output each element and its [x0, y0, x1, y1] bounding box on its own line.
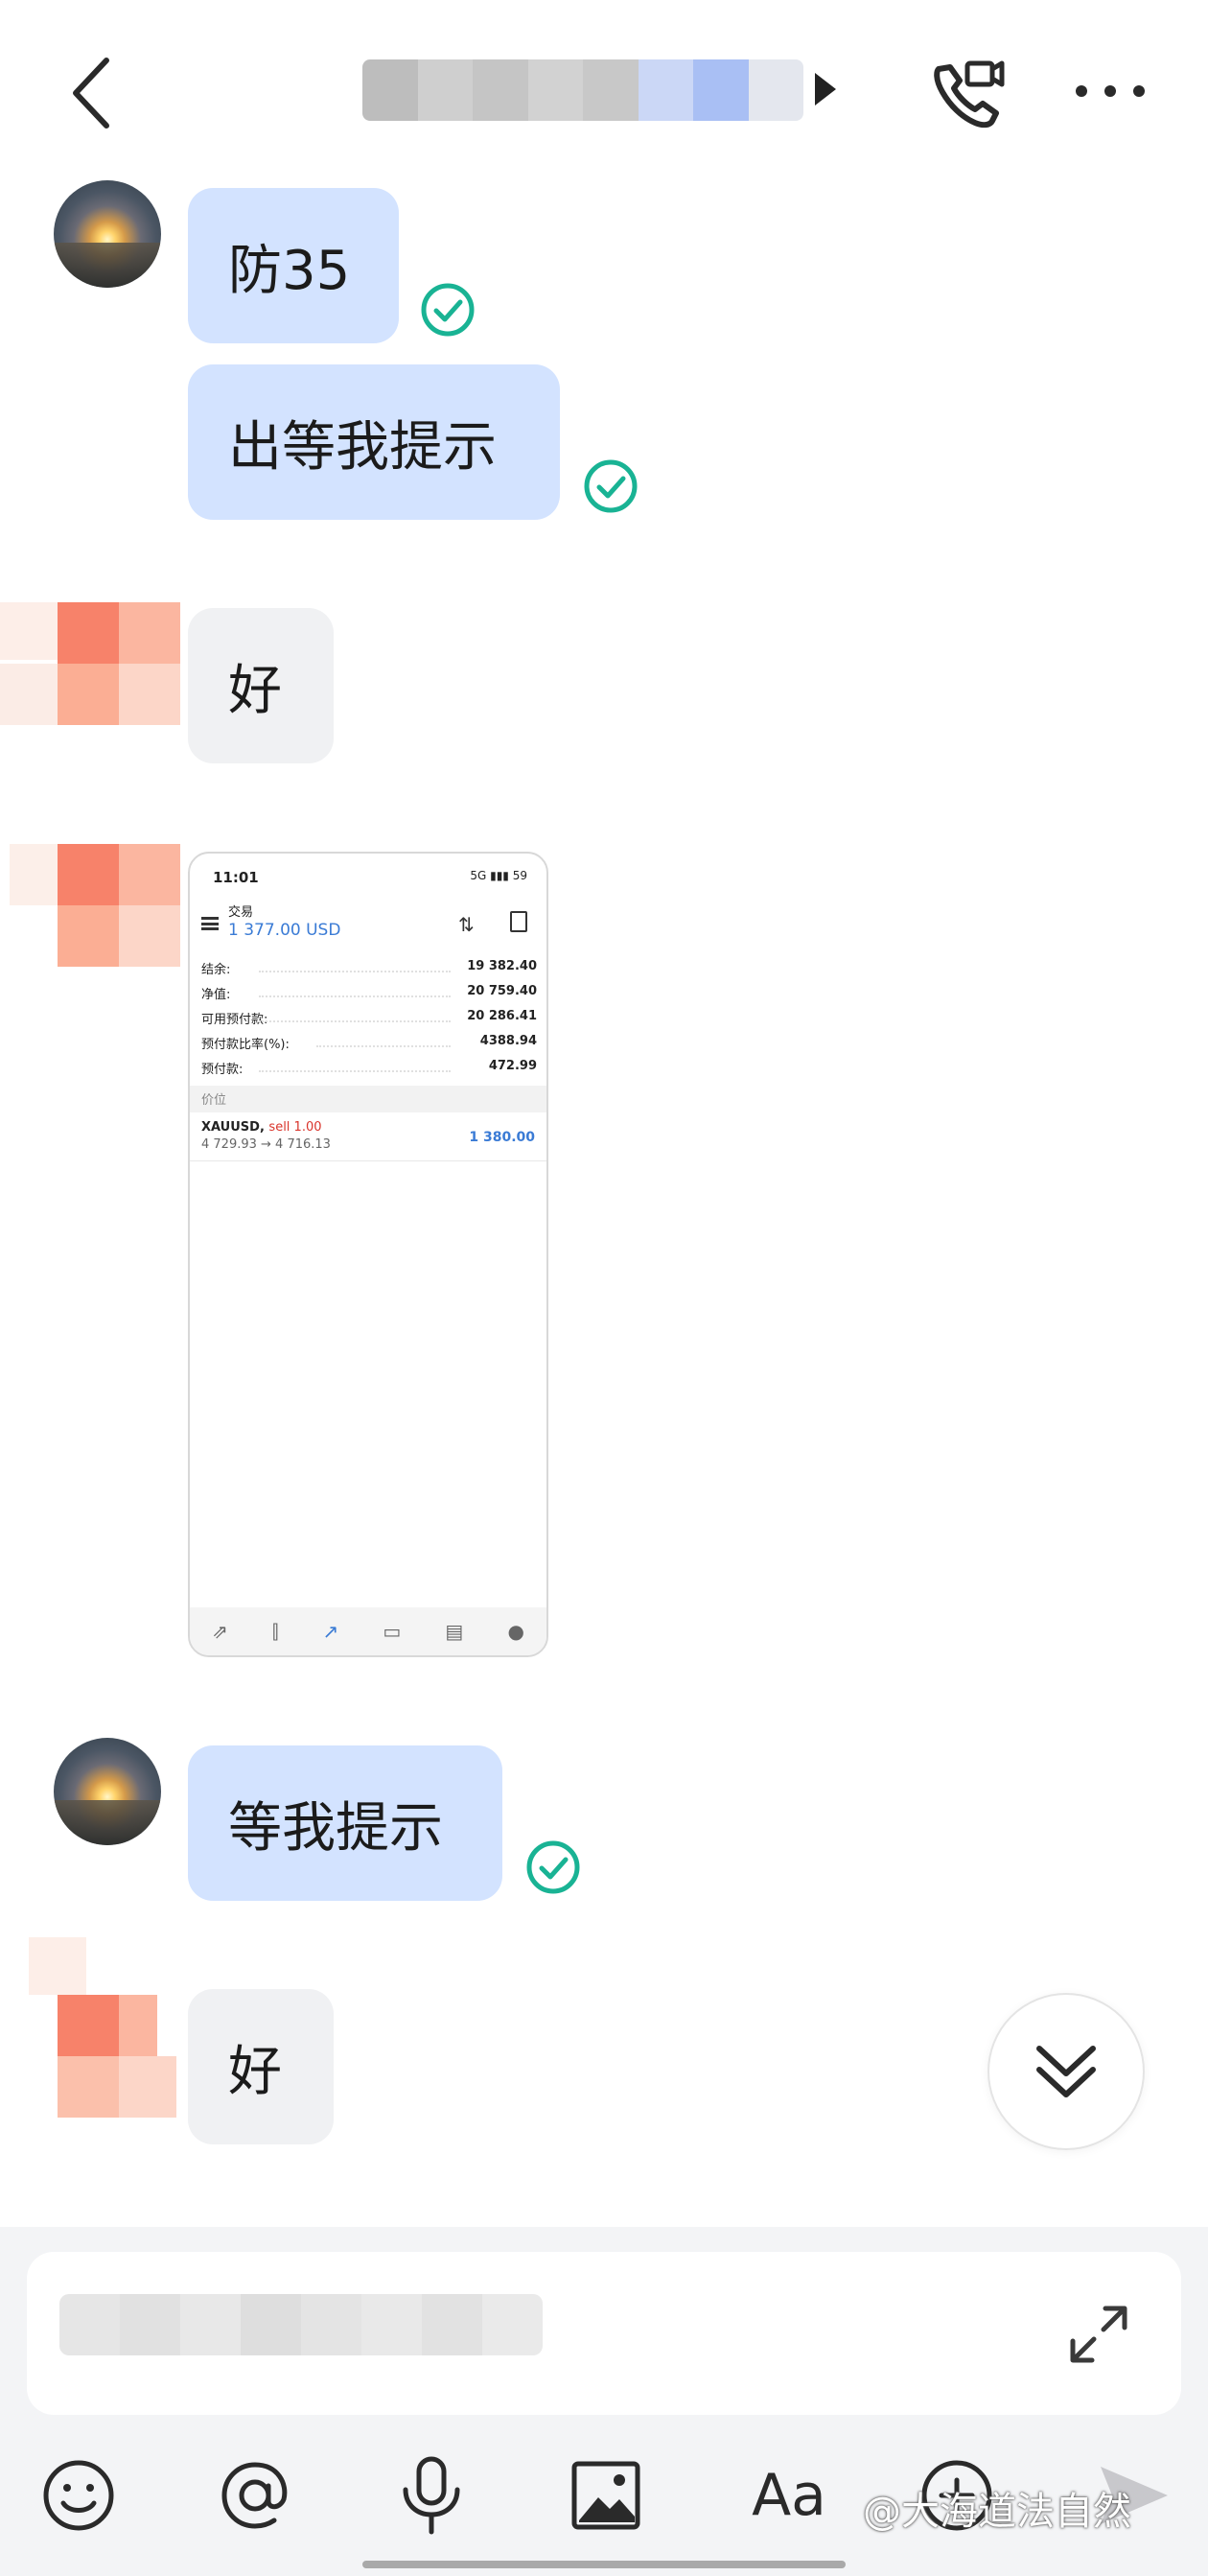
message-bubble-theirs[interactable]: 好 [188, 608, 334, 763]
read-check-icon [421, 283, 475, 337]
chat-title-blurred[interactable] [362, 59, 803, 121]
sort-icon: ⇅ [458, 913, 475, 936]
trade-icon: ↗ [322, 1620, 339, 1643]
trade-title: 交易 [228, 905, 254, 920]
message-bubble-mine[interactable]: 出等我提示 [188, 364, 560, 520]
mention-button[interactable] [211, 2451, 299, 2540]
chat-header [0, 0, 1208, 182]
new-document-icon [510, 911, 527, 932]
double-chevron-down-icon [1036, 2046, 1096, 2097]
account-row: 可用预付款: 20 286.41 [201, 1009, 537, 1027]
call-button[interactable] [928, 56, 1007, 132]
divider [190, 1160, 546, 1161]
message-bubble-theirs[interactable]: 好 [188, 1989, 334, 2144]
read-check-icon [526, 1840, 580, 1894]
message-bubble-mine[interactable]: 防35 [188, 188, 399, 343]
trade-balance-header: 1 377.00 USD [228, 921, 341, 940]
my-avatar[interactable] [54, 180, 161, 288]
expand-icon [1070, 2306, 1127, 2363]
message-bubble-mine[interactable]: 等我提示 [188, 1745, 502, 1901]
contact-avatar[interactable] [0, 545, 180, 794]
position-profit: 1 380.00 [469, 1130, 535, 1145]
history-icon: ▭ [383, 1620, 402, 1643]
section-label: 价位 [190, 1086, 546, 1112]
mention-icon [221, 2462, 288, 2529]
more-dots-icon [1076, 85, 1145, 97]
image-button[interactable] [562, 2451, 650, 2540]
read-check-icon [584, 459, 638, 513]
chevron-left-icon [73, 58, 109, 129]
image-icon [571, 2461, 640, 2530]
my-avatar[interactable] [54, 1738, 161, 1845]
microphone-icon [403, 2456, 460, 2535]
account-row: 结余: 19 382.40 [201, 959, 537, 977]
voice-button[interactable] [387, 2451, 476, 2540]
position-symbol: XAUUSD, sell 1.00 [201, 1120, 322, 1135]
scroll-to-bottom-button[interactable] [987, 1993, 1145, 2150]
position-prices: 4 729.93 → 4 716.13 [201, 1137, 331, 1152]
back-button[interactable] [58, 50, 125, 136]
account-row: 预付款: 472.99 [201, 1059, 537, 1077]
app-bottom-nav: ⇗ ⫿ ↗ ▭ ▤ ● [190, 1607, 546, 1655]
status-indicators: 5G ▮▮▮ 59 [470, 869, 527, 882]
image-message-trading-screenshot[interactable]: 11:01 5G ▮▮▮ 59 交易 1 377.00 USD ⇅ 结余: 19 … [188, 852, 548, 1657]
contact-avatar[interactable] [0, 1937, 176, 2187]
text-format-button[interactable]: Aa [736, 2451, 842, 2540]
contact-avatar[interactable] [0, 786, 180, 1036]
news-icon: ▤ [445, 1620, 464, 1643]
menu-icon [201, 917, 219, 930]
emoji-button[interactable] [35, 2451, 123, 2540]
message-input-blurred-text[interactable] [59, 2294, 543, 2355]
messages-icon: ● [507, 1620, 524, 1643]
account-row: 净值: 20 759.40 [201, 984, 537, 1002]
account-row: 预付款比率(%): 4388.94 [201, 1034, 537, 1052]
watermark-text: @大海道法自然 [863, 2490, 1131, 2534]
status-time: 11:01 [213, 869, 259, 886]
phone-video-icon [934, 60, 1005, 129]
emoji-icon [43, 2460, 114, 2531]
chart-icon: ⫿ [271, 1620, 279, 1643]
more-button[interactable] [1072, 67, 1149, 115]
expand-input-button[interactable] [1062, 2298, 1135, 2371]
quotes-icon: ⇗ [212, 1620, 228, 1643]
home-indicator[interactable] [362, 2561, 846, 2568]
title-expand-arrow-icon[interactable] [815, 73, 836, 105]
